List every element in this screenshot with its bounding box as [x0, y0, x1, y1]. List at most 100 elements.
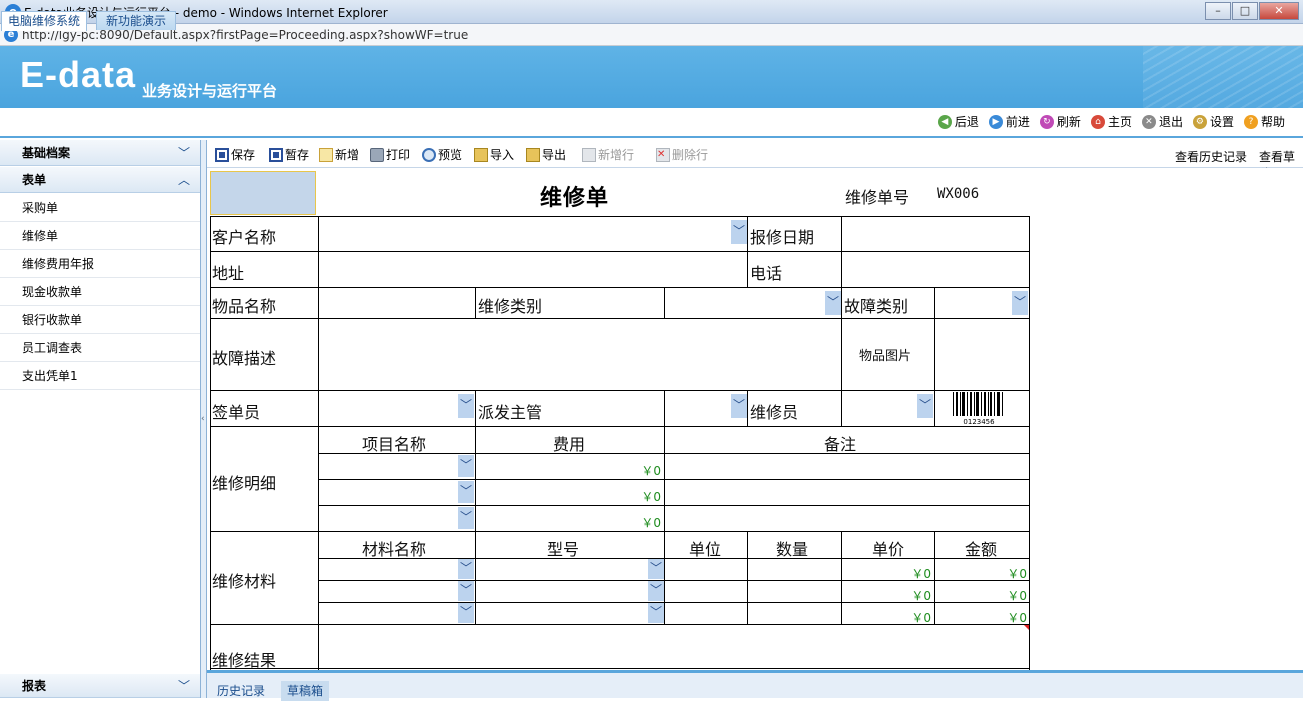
url-text[interactable]: http://lgy-pc:8090/Default.aspx?firstPag…	[22, 28, 468, 42]
sidebar-item-cash-receipt[interactable]: 现金收款单	[0, 278, 200, 306]
material-col-price: 单价	[872, 540, 905, 559]
tab-drafts[interactable]: 草稿箱	[281, 681, 330, 701]
detail-row-item-select[interactable]	[319, 480, 457, 505]
sidebar-item-staff-survey[interactable]: 员工调查表	[0, 334, 200, 362]
print-button[interactable]: 打印	[370, 146, 410, 163]
forward-icon: ▶	[988, 114, 1003, 129]
fault-type-select[interactable]	[935, 288, 1013, 318]
nav-toolbar: ◀ 后退 ▶ 前进 ↻ 刷新 ⌂ 主页 ✕ 退出 ⚙ 设置 ? 帮助	[937, 113, 1285, 130]
save-button[interactable]: 保存	[215, 146, 255, 163]
sidebar-item-repair-annual[interactable]: 维修费用年报	[0, 250, 200, 278]
material-row-price[interactable]: ￥0	[857, 587, 931, 604]
item-image-field[interactable]	[935, 319, 1029, 390]
detail-row-fee[interactable]: ￥0	[587, 514, 661, 531]
result-field[interactable]	[319, 625, 1029, 668]
chevron-down-icon[interactable]: ﹀	[458, 559, 474, 579]
chevron-down-icon[interactable]: ﹀	[731, 220, 747, 244]
nav-help[interactable]: ? 帮助	[1243, 113, 1285, 130]
report-date-label: 报修日期	[750, 228, 815, 247]
app-logo: E-data	[20, 54, 137, 95]
report-date-field[interactable]	[842, 217, 1029, 251]
delete-row-button[interactable]: ✕ 删除行	[656, 146, 708, 163]
repair-type-select[interactable]	[665, 288, 825, 318]
chevron-down-icon[interactable]: ﹀	[458, 507, 474, 529]
sidebar-item-bank-receipt[interactable]: 银行收款单	[0, 306, 200, 334]
detail-row-remark[interactable]	[665, 506, 1029, 531]
preview-button[interactable]: 预览	[422, 146, 462, 163]
sidebar-section-basic[interactable]: 基础档案 ﹀	[0, 140, 200, 166]
nav-back[interactable]: ◀ 后退	[937, 113, 979, 130]
chevron-down-icon[interactable]: ﹀	[458, 581, 474, 601]
nav-settings[interactable]: ⚙ 设置	[1192, 113, 1234, 130]
material-col-model: 型号	[547, 540, 580, 559]
detail-row-item-select[interactable]	[319, 454, 457, 479]
sidebar-item-expense-voucher[interactable]: 支出凭单1	[0, 362, 200, 390]
add-row-button[interactable]: 新增行	[582, 146, 634, 163]
address-field[interactable]	[319, 252, 747, 287]
close-icon[interactable]: ✕	[1259, 2, 1299, 20]
detail-row-remark[interactable]	[665, 454, 1029, 479]
detail-row-fee[interactable]: ￥0	[587, 488, 661, 505]
customer-select[interactable]	[319, 217, 729, 251]
save-icon	[215, 147, 229, 162]
window-title-bar: e E-data业务设计与运行平台 - demo - Windows Inter…	[0, 0, 1303, 24]
chevron-down-icon[interactable]: ﹀	[458, 603, 474, 623]
nav-exit[interactable]: ✕ 退出	[1141, 113, 1183, 130]
material-col-name: 材料名称	[362, 540, 427, 559]
preview-icon	[422, 147, 436, 162]
sidebar-section-reports[interactable]: 报表 ﹀	[0, 674, 200, 698]
form-title: 维修单	[540, 186, 610, 211]
sidebar-item-repair-order[interactable]: 维修单	[0, 222, 200, 250]
tab-repair-system[interactable]: 电脑维修系统	[1, 11, 88, 31]
item-name-field[interactable]	[319, 288, 475, 318]
maximize-icon[interactable]: □	[1232, 2, 1258, 20]
required-marker	[1024, 625, 1029, 630]
tab-history[interactable]: 历史记录	[211, 681, 271, 701]
chevron-down-icon[interactable]: ﹀	[1012, 291, 1028, 315]
chevron-up-icon: ︿	[177, 173, 190, 187]
sidebar-section-forms[interactable]: 表单 ︿	[0, 167, 200, 193]
detail-row-item-select[interactable]	[319, 506, 457, 531]
chevron-down-icon[interactable]: ﹀	[825, 291, 841, 315]
sidebar: 基础档案 ﹀ 表单 ︿ 采购单 维修单 维修费用年报 现金收款单 银行收款单 员工调…	[0, 140, 201, 698]
sidebar-item-purchase[interactable]: 采购单	[0, 194, 200, 222]
nav-refresh[interactable]: ↻ 刷新	[1039, 113, 1081, 130]
barcode-text: 0123456	[963, 418, 995, 426]
help-icon: ?	[1243, 114, 1258, 129]
chevron-down-icon[interactable]: ﹀	[458, 455, 474, 477]
nav-home[interactable]: ⌂ 主页	[1090, 113, 1132, 130]
import-button[interactable]: 导入	[474, 146, 514, 163]
order-no-value: WX006	[937, 186, 980, 202]
phone-field[interactable]	[842, 252, 1029, 287]
detail-row-fee[interactable]: ￥0	[587, 462, 661, 479]
chevron-down-icon[interactable]: ﹀	[648, 581, 664, 601]
address-bar[interactable]: e http://lgy-pc:8090/Default.aspx?firstP…	[0, 24, 1303, 46]
temp-save-button[interactable]: 暂存	[269, 146, 309, 163]
chevron-down-icon[interactable]: ﹀	[648, 559, 664, 579]
result-label: 维修结果	[212, 651, 277, 670]
chevron-down-icon[interactable]: ﹀	[917, 394, 933, 418]
signer-select[interactable]	[319, 391, 457, 426]
new-button[interactable]: 新增	[319, 146, 359, 163]
material-row-price[interactable]: ￥0	[857, 565, 931, 582]
detail-row-remark[interactable]	[665, 480, 1029, 505]
repairer-select[interactable]	[842, 391, 917, 426]
refresh-icon: ↻	[1039, 114, 1054, 129]
chevron-down-icon: ﹀	[177, 146, 190, 160]
chevron-down-icon[interactable]: ﹀	[458, 481, 474, 503]
back-icon: ◀	[937, 114, 952, 129]
chevron-down-icon[interactable]: ﹀	[731, 394, 747, 418]
dispatcher-select[interactable]	[665, 391, 731, 426]
export-button[interactable]: 导出	[526, 146, 566, 163]
view-history-link[interactable]: 查看历史记录	[1175, 148, 1247, 165]
tab-new-features[interactable]: 新功能演示	[96, 11, 176, 30]
material-row-price[interactable]: ￥0	[857, 609, 931, 626]
fault-desc-field[interactable]	[319, 319, 841, 390]
material-col-amount: 金额	[965, 540, 998, 559]
minimize-icon[interactable]: –	[1205, 2, 1231, 20]
item-name-label: 物品名称	[212, 297, 277, 316]
chevron-down-icon[interactable]: ﹀	[458, 394, 474, 418]
nav-forward[interactable]: ▶ 前进	[988, 113, 1030, 130]
chevron-down-icon: ﹀	[177, 679, 190, 693]
chevron-down-icon[interactable]: ﹀	[648, 603, 664, 623]
